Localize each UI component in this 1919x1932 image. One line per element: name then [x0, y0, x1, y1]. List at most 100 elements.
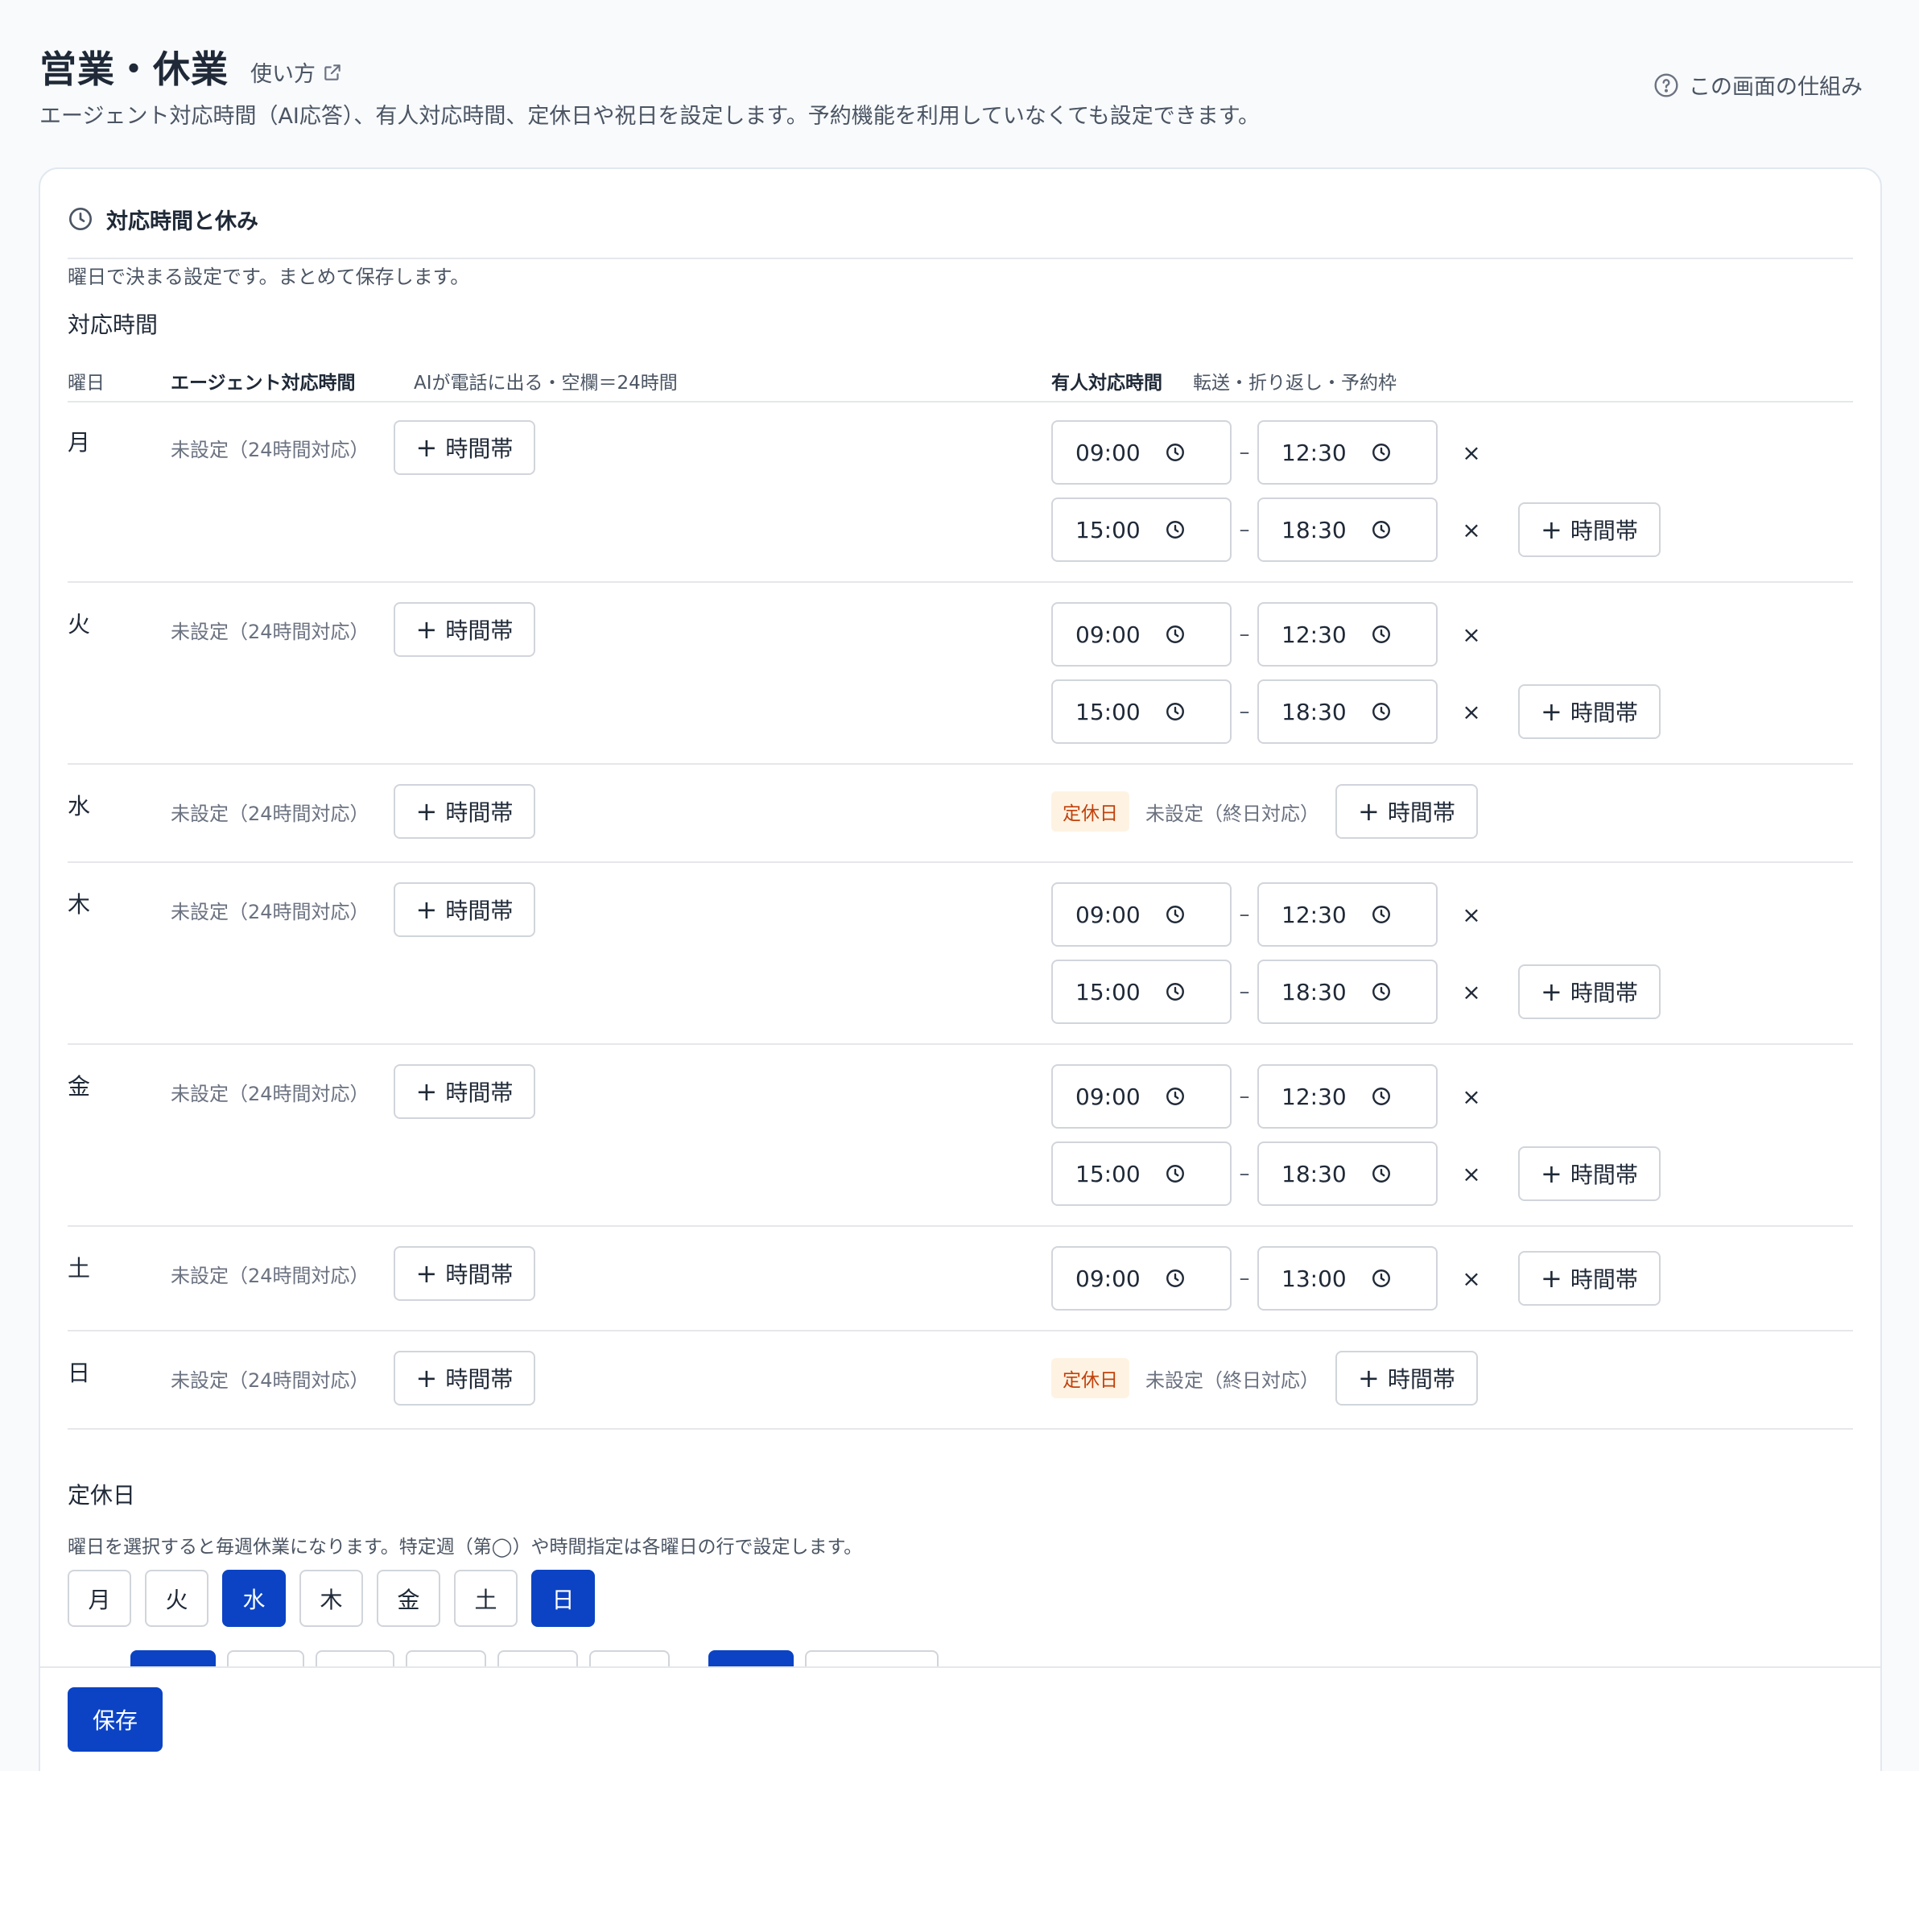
plus-icon: +	[1541, 1263, 1562, 1294]
question-circle-icon	[1653, 72, 1679, 98]
help-link[interactable]: 使い方	[250, 56, 343, 88]
end-time-input[interactable]: 13:00	[1257, 1246, 1438, 1311]
start-time-input[interactable]: 09:00	[1051, 882, 1232, 947]
help-link-label: 使い方	[250, 62, 316, 87]
closed-day-chip[interactable]: 木	[299, 1570, 363, 1627]
add-human-slot-button[interactable]: + 時間帯	[1518, 964, 1661, 1019]
remove-slot-button[interactable]: ×	[1447, 699, 1496, 725]
start-time-input[interactable]: 15:00	[1051, 960, 1232, 1024]
remove-slot-button[interactable]: ×	[1447, 1084, 1496, 1110]
day-label: 水	[68, 793, 91, 819]
remove-slot-button[interactable]: ×	[1447, 979, 1496, 1005]
clock-icon	[1371, 1086, 1392, 1107]
add-human-slot-button[interactable]: + 時間帯	[1335, 1351, 1478, 1406]
time-slot: 15:00–18:30 × + 時間帯	[1051, 497, 1661, 562]
remove-slot-button[interactable]: ×	[1447, 517, 1496, 543]
agent-hours-cell: 未設定（24時間対応） + 時間帯	[171, 784, 536, 839]
start-time-input[interactable]: 15:00	[1051, 679, 1232, 744]
remove-slot-button[interactable]: ×	[1447, 902, 1496, 928]
start-time-input[interactable]: 09:00	[1051, 420, 1232, 485]
end-time-input[interactable]: 18:30	[1257, 497, 1438, 562]
add-human-slot-button[interactable]: + 時間帯	[1518, 1251, 1661, 1306]
remove-slot-button[interactable]: ×	[1447, 440, 1496, 466]
end-time-input[interactable]: 12:30	[1257, 882, 1438, 947]
add-slot-label: 時間帯	[1570, 518, 1638, 544]
page-title: 営業・休業	[39, 47, 229, 91]
end-time-input[interactable]: 18:30	[1257, 960, 1438, 1024]
closed-day-chip[interactable]: 日	[531, 1570, 595, 1627]
howto-link[interactable]: この画面の仕組み	[1653, 69, 1863, 101]
remove-slot-button[interactable]: ×	[1447, 1161, 1496, 1187]
add-agent-slot-button[interactable]: + 時間帯	[393, 1351, 536, 1406]
time-slot: 09:00–12:30 ×	[1051, 882, 1661, 947]
range-separator: –	[1239, 518, 1250, 542]
remove-slot-button[interactable]: ×	[1447, 621, 1496, 648]
agent-hours-cell: 未設定（24時間対応） + 時間帯	[171, 1246, 536, 1301]
start-time-input[interactable]: 15:00	[1051, 1141, 1232, 1206]
add-human-slot-button[interactable]: + 時間帯	[1518, 1146, 1661, 1201]
add-agent-slot-button[interactable]: + 時間帯	[393, 602, 536, 657]
col-day: 曜日	[68, 373, 105, 394]
add-agent-slot-button[interactable]: + 時間帯	[393, 1246, 536, 1301]
add-slot-label: 時間帯	[445, 617, 514, 644]
save-button[interactable]: 保存	[68, 1687, 163, 1752]
add-human-slot-button[interactable]: + 時間帯	[1335, 784, 1478, 839]
hours-card: 対応時間と休み 曜日で決まる設定です。まとめて保存します。 対応時間 曜日 エー…	[39, 167, 1882, 1771]
agent-hours-cell: 未設定（24時間対応） + 時間帯	[171, 1351, 536, 1406]
add-slot-label: 時間帯	[445, 799, 514, 826]
end-time-input[interactable]: 12:30	[1257, 602, 1438, 667]
clock-icon	[1371, 981, 1392, 1002]
add-slot-label: 時間帯	[1570, 980, 1638, 1006]
add-human-slot-button[interactable]: + 時間帯	[1518, 684, 1661, 739]
add-human-slot-button[interactable]: + 時間帯	[1518, 502, 1661, 557]
card-footer: 保存	[40, 1666, 1880, 1771]
range-separator: –	[1239, 622, 1250, 646]
start-time-input[interactable]: 15:00	[1051, 497, 1232, 562]
plus-icon: +	[415, 432, 438, 463]
closed-day-chip[interactable]: 月	[68, 1570, 131, 1627]
time-slot: 15:00–18:30 × + 時間帯	[1051, 679, 1661, 744]
human-hours-cell: 09:00–12:30 × 15:00–18:30 × + 時間帯	[1051, 882, 1661, 1024]
closed-badge: 定休日	[1051, 1358, 1129, 1398]
hours-row: 月未設定（24時間対応） + 時間帯 09:00–12:30 × 15:00–18:30 ×…	[68, 401, 1853, 583]
day-label: 土	[68, 1255, 91, 1282]
agent-unset-text: 未設定（24時間対応）	[171, 1264, 369, 1287]
start-time-input[interactable]: 09:00	[1051, 1246, 1232, 1311]
agent-unset-text: 未設定（24時間対応）	[171, 1368, 369, 1392]
clock-icon	[1165, 981, 1186, 1002]
external-link-icon	[322, 62, 343, 83]
closed-day-picker: 月火水木金土日	[68, 1570, 595, 1627]
closed-day-chip[interactable]: 土	[454, 1570, 518, 1627]
remove-slot-button[interactable]: ×	[1447, 1265, 1496, 1292]
add-agent-slot-button[interactable]: + 時間帯	[393, 420, 536, 475]
day-label: 日	[68, 1360, 91, 1386]
col-human: 有人対応時間	[1051, 373, 1162, 394]
agent-hours-cell: 未設定（24時間対応） + 時間帯	[171, 420, 536, 475]
end-time-input[interactable]: 12:30	[1257, 420, 1438, 485]
agent-hours-cell: 未設定（24時間対応） + 時間帯	[171, 1064, 536, 1119]
end-time-input[interactable]: 18:30	[1257, 1141, 1438, 1206]
hours-row: 木未設定（24時間対応） + 時間帯 09:00–12:30 × 15:00–18:30 ×…	[68, 863, 1853, 1045]
day-label: 木	[68, 891, 91, 918]
add-agent-slot-button[interactable]: + 時間帯	[393, 1064, 536, 1119]
end-time-input[interactable]: 12:30	[1257, 1064, 1438, 1129]
closed-day-chip[interactable]: 金	[377, 1570, 440, 1627]
range-separator: –	[1239, 1162, 1250, 1186]
end-time-input[interactable]: 18:30	[1257, 679, 1438, 744]
add-agent-slot-button[interactable]: + 時間帯	[393, 882, 536, 937]
clock-icon	[1371, 701, 1392, 722]
closed-day-chip[interactable]: 水	[222, 1570, 286, 1627]
start-time-input[interactable]: 09:00	[1051, 602, 1232, 667]
section-title-hours: 対応時間	[68, 312, 159, 338]
closed-days-description: 曜日を選択すると毎週休業になります。特定週（第◯）や時間指定は各曜日の行で設定し…	[68, 1537, 863, 1558]
add-slot-label: 時間帯	[445, 898, 514, 924]
range-separator: –	[1239, 1266, 1250, 1290]
add-slot-label: 時間帯	[1570, 700, 1638, 726]
closed-day-chip[interactable]: 火	[145, 1570, 208, 1627]
add-agent-slot-button[interactable]: + 時間帯	[393, 784, 536, 839]
time-slot: 15:00–18:30 × + 時間帯	[1051, 1141, 1661, 1206]
time-slot: 09:00–12:30 ×	[1051, 420, 1661, 485]
start-time-input[interactable]: 09:00	[1051, 1064, 1232, 1129]
human-unset-text: 未設定（終日対応）	[1145, 1368, 1319, 1392]
page: 営業・休業 使い方 エージェント対応時間（AI応答）、有人対応時間、定休日や祝日…	[0, 0, 1919, 1771]
